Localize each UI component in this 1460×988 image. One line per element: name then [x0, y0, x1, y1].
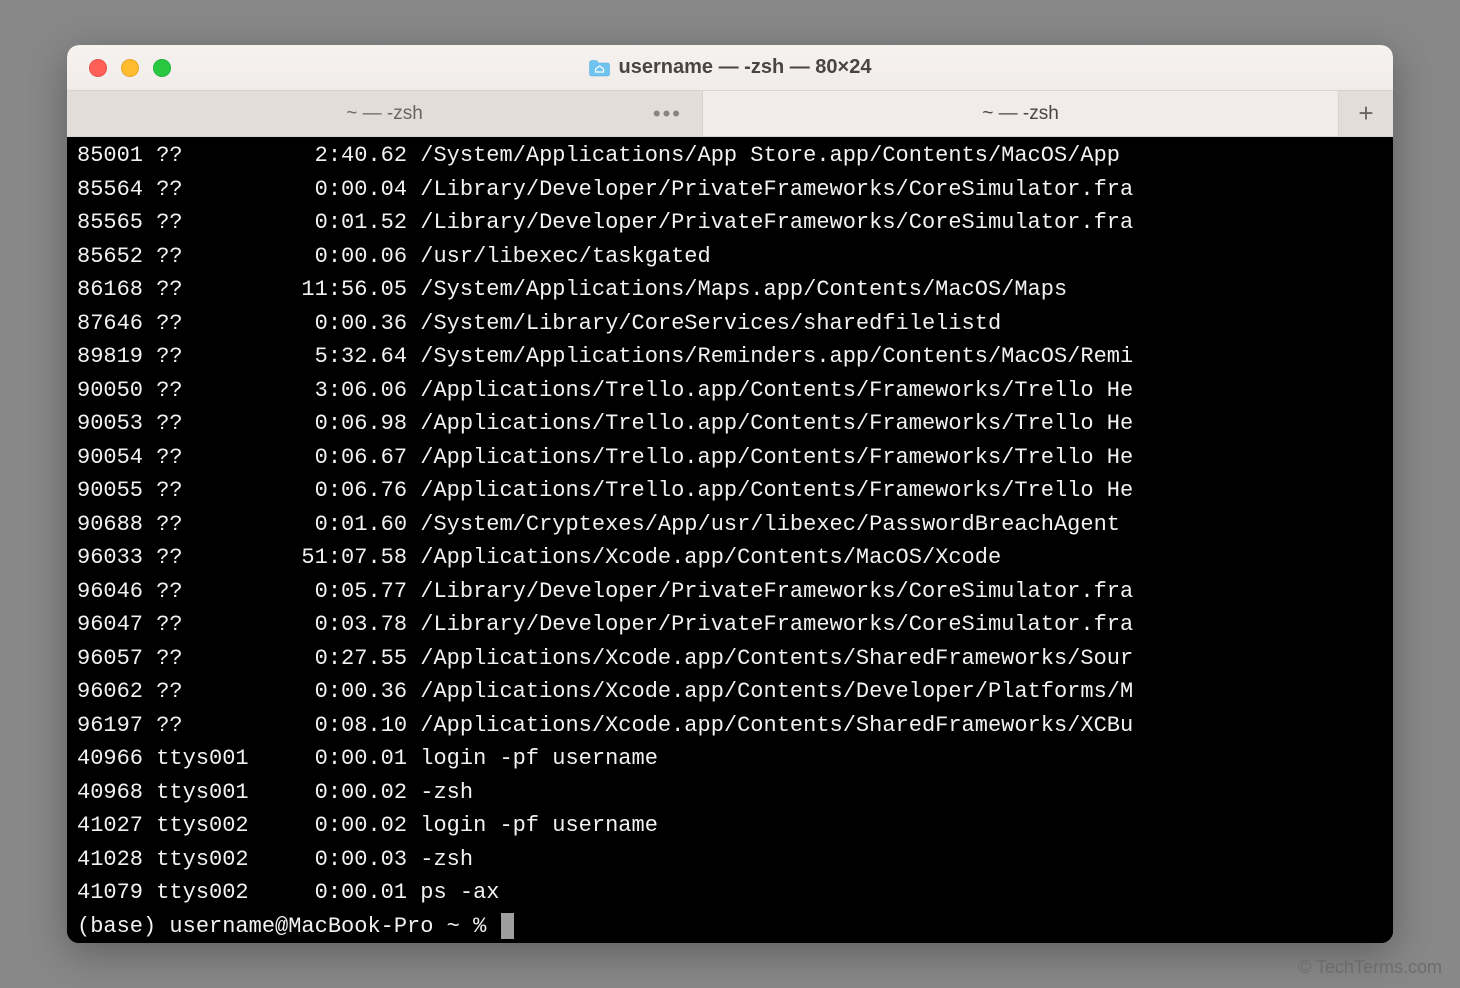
- titlebar: username — -zsh — 80×24: [67, 45, 1393, 91]
- new-tab-button[interactable]: +: [1339, 91, 1393, 136]
- tab-bar: ~ — -zsh ••• ~ — -zsh +: [67, 91, 1393, 137]
- cursor: [501, 913, 514, 939]
- tab-0[interactable]: ~ — -zsh •••: [67, 91, 703, 136]
- tab-label: ~ — -zsh: [982, 103, 1059, 125]
- shell-prompt[interactable]: (base) username@MacBook-Pro ~ %: [77, 914, 499, 939]
- minimize-button[interactable]: [121, 59, 139, 77]
- home-folder-icon: [589, 59, 611, 77]
- terminal-window: username — -zsh — 80×24 ~ — -zsh ••• ~ —…: [67, 45, 1393, 943]
- tab-label: ~ — -zsh: [346, 103, 423, 125]
- watermark: © TechTerms.com: [1298, 957, 1442, 978]
- window-controls: [67, 59, 171, 77]
- window-title: username — -zsh — 80×24: [589, 56, 872, 79]
- window-title-text: username — -zsh — 80×24: [619, 56, 872, 79]
- fullscreen-button[interactable]: [153, 59, 171, 77]
- close-button[interactable]: [89, 59, 107, 77]
- terminal-output[interactable]: 85001 ?? 2:40.62 /System/Applications/Ap…: [67, 137, 1393, 943]
- tab-1[interactable]: ~ — -zsh: [703, 91, 1339, 136]
- plus-icon: +: [1358, 98, 1373, 129]
